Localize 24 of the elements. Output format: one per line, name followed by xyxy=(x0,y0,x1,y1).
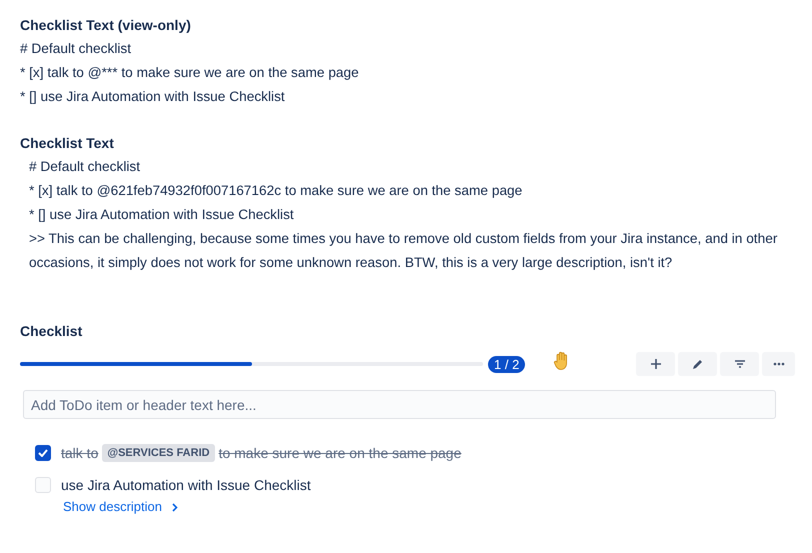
text-line: >> This can be challenging, because some times you have to remove old custom fields from your Jira instance, and in other occasions, it simply does not work for some unknown reason. BTW, this is a very large description, isn't it? xyxy=(28,230,778,272)
progress-badge: 1 / 2 xyxy=(488,356,526,372)
edit-button[interactable] xyxy=(678,352,717,376)
section-title: Checklist Text xyxy=(20,134,115,153)
text-line: # Default checklist xyxy=(28,158,142,176)
checkbox[interactable] xyxy=(35,445,51,461)
add-button[interactable] xyxy=(636,352,675,376)
section-title: Checklist Text (view-only) xyxy=(20,16,192,35)
mention-tag[interactable]: @SERVICES FARID xyxy=(102,444,215,462)
text-line: * [x] talk to @621feb74932f0f007167162c to make sure we are on the same page xyxy=(28,182,524,200)
checkmark-icon xyxy=(38,449,48,457)
text-line: * [] use Jira Automation with Issue Checklist xyxy=(20,88,286,106)
pencil-icon xyxy=(690,357,704,371)
section-title: Checklist xyxy=(20,322,84,341)
item-text: use Jira Automation with Issue Checklist xyxy=(61,476,311,495)
chevron-icon[interactable] xyxy=(172,502,178,512)
text-line: # Default checklist xyxy=(20,40,132,58)
show-description-link[interactable]: Show description xyxy=(63,497,162,517)
item-text: talk to xyxy=(61,444,98,463)
item-text: to make sure we are on the same page xyxy=(218,444,462,463)
text-line: * [x] talk to @*** to make sure we are on the same page xyxy=(20,64,360,82)
plus-icon xyxy=(648,357,662,371)
add-item-field[interactable]: Add ToDo item or header text here... xyxy=(23,390,776,419)
text-line: * [] use Jira Automation with Issue Checklist xyxy=(28,206,295,224)
